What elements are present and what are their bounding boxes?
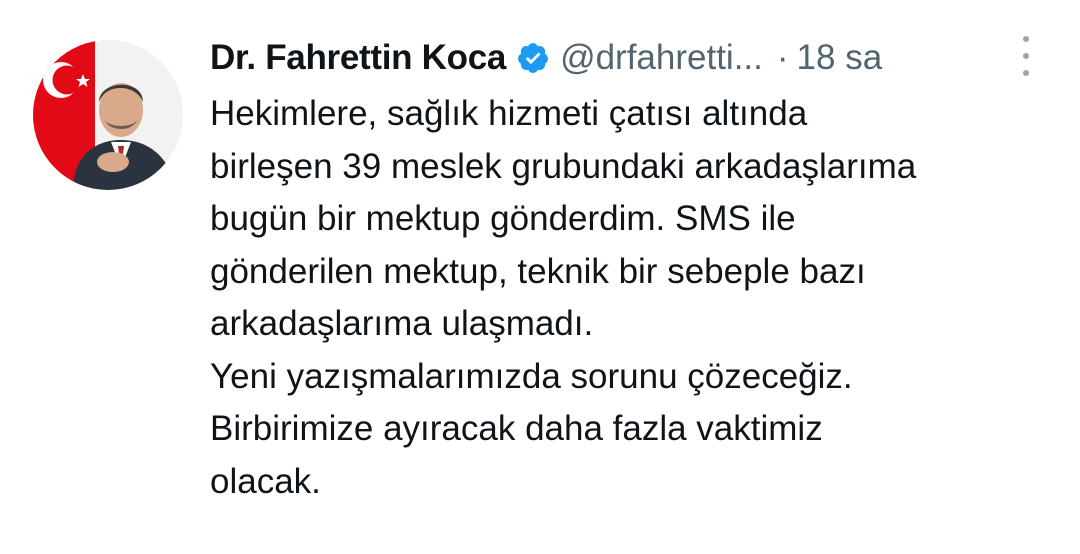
author-name[interactable]: Dr. Fahrettin Koca	[210, 38, 506, 78]
tweet-text-line: Yeni yazışmalarımızda sorunu çözeceğiz.	[210, 356, 853, 396]
tweet-text-line: Hekimlere, sağlık hizmeti çatısı altında	[210, 94, 808, 133]
tweet-text-line: birleşen 39 meslek grubundaki arkadaşlar…	[210, 146, 917, 186]
tweet-timestamp[interactable]: 18 sa	[797, 38, 883, 78]
tweet[interactable]: Dr. Fahrettin Koca @drfahretti... · 18 s…	[0, 0, 1080, 554]
tweet-header: Dr. Fahrettin Koca @drfahretti... · 18 s…	[210, 33, 1070, 83]
tweet-text-line: gönderilen mektup, teknik bir sebeple ba…	[210, 251, 866, 291]
more-options-icon[interactable]	[1014, 36, 1038, 76]
tweet-text-line: arkadaşlarıma ulaşmadı.	[210, 304, 594, 343]
tweet-text-line: Birbirimize ayıracak daha fazla vaktimiz	[210, 409, 823, 448]
tweet-text-line: olacak.	[210, 461, 321, 501]
verified-badge-icon	[516, 41, 550, 75]
separator-dot: ·	[776, 38, 789, 77]
tweet-text: Hekimlere, sağlık hizmeti çatısı altında…	[210, 88, 1070, 508]
avatar-image	[33, 40, 183, 190]
author-handle[interactable]: @drfahretti...	[560, 38, 763, 78]
tweet-text-line: bugün bir mektup gönderdim. SMS ile	[210, 199, 796, 238]
avatar[interactable]	[33, 40, 183, 190]
